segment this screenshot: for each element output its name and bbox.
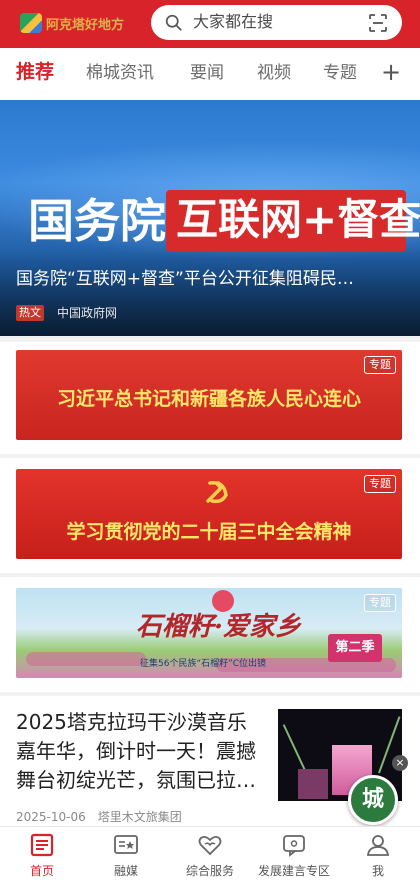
nav-label: 融媒 [113, 864, 138, 878]
top-header: 阿克塔好地方 大家都在搜 [0, 0, 420, 48]
hero-shade [0, 250, 420, 336]
nav-home[interactable]: 首页 [0, 827, 84, 883]
article-date: 2025-10-06 [16, 810, 86, 824]
article-meta: 2025-10-06 塔里木文旅集团 [16, 809, 182, 825]
nav-label: 发展建言专区 [257, 864, 330, 878]
logo-mark-icon [20, 13, 42, 33]
add-channel-icon[interactable]: + [381, 60, 401, 84]
tab-headlines[interactable]: 要闻 [190, 62, 224, 84]
search-input[interactable]: 大家都在搜 [151, 5, 402, 40]
home-news-icon [30, 833, 54, 857]
hero-image-text-1: 国务院 [28, 194, 166, 248]
suggestion-icon [283, 835, 305, 857]
divider [0, 454, 420, 458]
logo-text: 阿克塔好地方 [46, 17, 125, 33]
topic-banner-plenary[interactable]: 学习贯彻党的二十届三中全会精神 专题 [16, 469, 402, 559]
banner-subtitle: 征集56个民族“石榴籽”C位出镜 [140, 659, 267, 669]
bottom-navigation: 首页 融媒 综合服务 发展建言专区 我 [0, 826, 420, 883]
tab-topics[interactable]: 专题 [323, 62, 357, 84]
banner-text: 学习贯彻党的二十届三中全会精神 [66, 521, 352, 543]
topic-tag: 专题 [364, 356, 396, 374]
heart-service-icon [198, 835, 222, 856]
topic-tag: 专题 [364, 594, 396, 612]
hero-title[interactable]: 国务院“互联网+督查”平台公开征集阻碍民… [16, 268, 406, 290]
nav-media[interactable]: 融媒 [84, 827, 168, 883]
nav-profile[interactable]: 我 [336, 827, 420, 883]
tab-recommend[interactable]: 推荐 [16, 61, 54, 83]
tab-city-news[interactable]: 棉城资讯 [86, 62, 154, 84]
search-placeholder: 大家都在搜 [193, 12, 274, 31]
topic-banner-xinjiang[interactable]: 习近平总书记和新疆各族人民心连心 专题 [16, 350, 402, 440]
article-source: 塔里木文旅集团 [97, 810, 182, 824]
hammer-sickle-icon [206, 480, 228, 504]
season-badge: 第二季 [328, 634, 382, 662]
hot-badge: 热文 [16, 305, 44, 321]
topic-tag: 专题 [364, 475, 396, 493]
divider [0, 692, 420, 696]
topic-banner-pomegranate[interactable]: 石榴籽·爱家乡 征集56个民族“石榴籽”C位出镜 第二季 专题 [16, 588, 402, 678]
user-icon [366, 835, 390, 856]
flower-field [26, 652, 146, 666]
stage-structure [298, 769, 328, 799]
channel-tabs: 推荐 棉城资讯 要闻 视频 专题 + [0, 48, 420, 100]
nav-suggestions[interactable]: 发展建言专区 [252, 827, 336, 883]
media-icon [114, 835, 138, 854]
banner-title: 石榴籽·爱家乡 [136, 612, 302, 642]
nav-label: 我 [371, 864, 384, 878]
divider [0, 573, 420, 577]
hero-carousel[interactable]: 国务院 互联网+督查 [0, 100, 420, 336]
app-logo[interactable]: 阿克塔好地方 [20, 12, 124, 34]
nav-label: 首页 [29, 864, 54, 878]
hero-image-text-2: 互联网+督查 [176, 195, 420, 244]
nav-services[interactable]: 综合服务 [168, 827, 252, 883]
close-icon[interactable]: × [392, 755, 408, 771]
article-title[interactable]: 2025塔克拉玛干沙漠音乐嘉年华，倒计时一天！震撼舞台初绽光芒，氛围已拉… [16, 708, 266, 795]
tab-video[interactable]: 视频 [257, 62, 291, 84]
hero-source: 中国政府网 [57, 306, 118, 320]
nav-label: 综合服务 [185, 864, 234, 878]
banner-text: 习近平总书记和新疆各族人民心连心 [56, 388, 361, 410]
search-icon [165, 14, 182, 31]
divider [0, 336, 420, 342]
scan-icon[interactable] [368, 13, 388, 33]
floating-city-button[interactable]: 城 [348, 775, 398, 825]
